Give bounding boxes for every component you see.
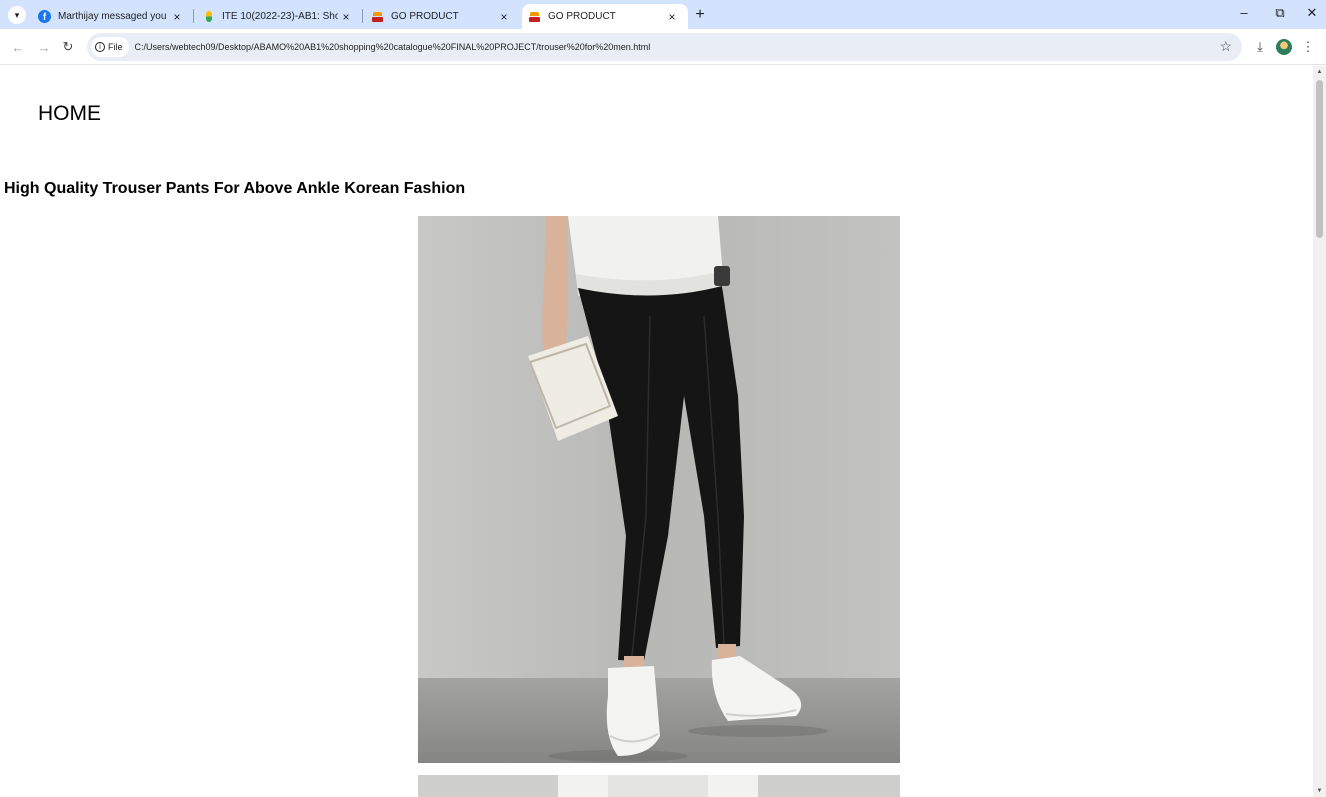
tab-go-product[interactable]: GO PRODUCT × [365,4,520,29]
close-icon[interactable]: × [169,10,185,24]
restore-button[interactable]: ⧉ [1270,5,1290,21]
download-icon: ⤓ [1257,39,1263,54]
reload-button[interactable]: ↻ [58,37,78,57]
scroll-down-arrow-icon[interactable]: ▼ [1313,785,1326,797]
new-tab-button[interactable]: + [689,4,711,26]
arrow-right-icon: → [37,39,51,55]
downloads-button[interactable]: ⤓ [1250,37,1270,57]
vertical-scrollbar[interactable]: ▲ ▼ [1313,66,1326,797]
site-info-chip[interactable]: i File [91,37,129,57]
close-icon[interactable]: × [496,10,512,24]
avatar [1276,39,1292,55]
bookmark-star-icon[interactable]: ☆ [1219,38,1232,55]
tab-title: GO PRODUCT [391,11,459,22]
tab-title: ITE 10(2022-23)-AB1: Shopping [222,11,338,22]
profile-button[interactable] [1274,37,1294,57]
url-text[interactable]: C:/Users/webtech09/Desktop/ABAMO%20AB1%2… [135,42,651,52]
tab-separator [193,9,194,23]
site-info-label: File [108,42,123,52]
tab-go-product-active[interactable]: GO PRODUCT × [522,4,688,29]
back-button[interactable]: ← [8,37,28,57]
tab-facebook[interactable]: f Marthijay messaged you × [32,4,193,29]
facebook-icon: f [38,10,51,23]
minimize-button[interactable]: – [1234,5,1254,20]
go-product-icon [371,10,384,23]
address-bar[interactable]: i File C:/Users/webtech09/Desktop/ABAMO%… [87,33,1242,61]
close-window-button[interactable]: ✕ [1302,5,1322,21]
browser-tab-strip: ▾ f Marthijay messaged you × ITE 10(2022… [0,0,1326,29]
scroll-up-arrow-icon[interactable]: ▲ [1313,66,1326,78]
reload-icon: ↻ [62,39,74,54]
arrow-left-icon: ← [11,39,25,55]
scrollbar-thumb[interactable] [1316,80,1323,238]
tab-classroom[interactable]: ITE 10(2022-23)-AB1: Shopping × [196,4,362,29]
product-title: High Quality Trouser Pants For Above Ank… [4,180,466,197]
home-link[interactable]: HOME [38,102,101,126]
second-product-image [418,775,900,797]
browser-toolbar: ← → ↻ i File C:/Users/webtech09/Desktop/… [0,29,1326,65]
tab-separator [362,9,363,23]
tab-title: Marthijay messaged you [58,11,167,22]
close-icon[interactable]: × [338,10,354,24]
menu-button[interactable]: ⋮ [1298,37,1318,57]
go-product-icon [528,10,541,23]
tab-search-button[interactable]: ▾ [8,6,26,24]
chevron-down-icon: ▾ [14,9,20,20]
info-icon: i [95,42,105,52]
page-content: HOME High Quality Trouser Pants For Abov… [0,66,1313,797]
product-image [418,216,900,763]
close-icon[interactable]: × [664,10,680,24]
tab-title: GO PRODUCT [548,11,616,22]
kebab-menu-icon: ⋮ [1301,39,1315,54]
forward-button[interactable]: → [34,37,54,57]
google-classroom-icon [202,10,215,23]
